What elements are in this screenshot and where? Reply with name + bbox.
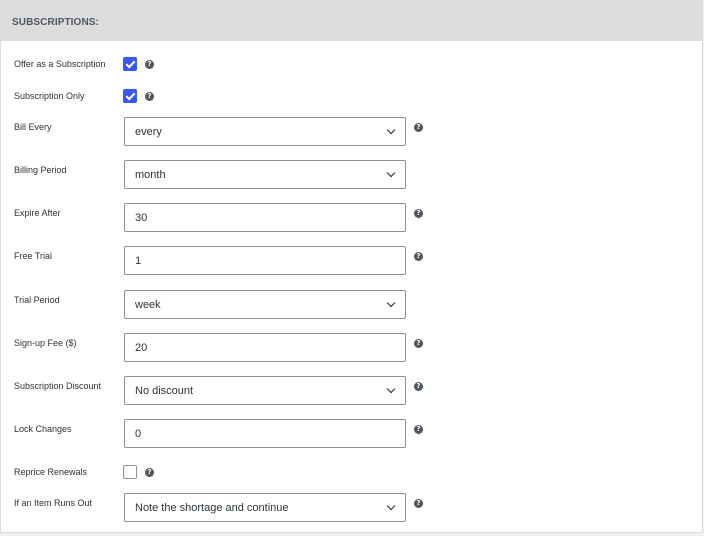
help-icon[interactable]: ? [414,425,423,434]
chevron-down-icon [386,125,396,135]
free-trial-value: 1 [135,255,142,267]
help-icon[interactable]: ? [414,382,423,391]
help-icon[interactable]: ? [414,209,423,218]
help-icon[interactable]: ? [414,339,423,348]
signup-fee-label: Sign-up Fee ($) [14,338,77,348]
subscription-only-checkbox[interactable] [123,89,137,103]
panel-header: SUBSCRIPTIONS: [1,1,702,41]
item-runs-out-select[interactable]: Note the shortage and continue [124,493,406,522]
subscription-only-label: Subscription Only [14,91,85,101]
expire-after-value: 30 [135,212,148,224]
trial-period-value: week [135,299,161,311]
chevron-down-icon [386,384,396,394]
expire-after-label: Expire After [14,208,61,218]
subscriptions-panel: SUBSCRIPTIONS: Offer as a Subscription ?… [0,0,703,533]
billing-period-select[interactable]: month [124,160,406,189]
help-icon[interactable]: ? [145,60,154,69]
billing-period-label: Billing Period [14,165,67,175]
bill-every-value: every [135,126,162,138]
expire-after-input[interactable]: 30 [124,203,406,232]
reprice-renewals-checkbox[interactable] [123,465,137,479]
free-trial-input[interactable]: 1 [124,246,406,275]
subscription-discount-label: Subscription Discount [14,381,102,391]
offer-subscription-label: Offer as a Subscription [14,59,106,69]
help-icon[interactable]: ? [414,123,423,132]
lock-changes-label: Lock Changes [14,424,72,434]
help-icon[interactable]: ? [414,499,423,508]
trial-period-label: Trial Period [14,295,60,305]
free-trial-label: Free Trial [14,251,53,261]
reprice-renewals-label: Reprice Renewals [14,467,88,477]
help-icon[interactable]: ? [145,92,154,101]
lock-changes-value: 0 [135,428,142,440]
signup-fee-value: 20 [135,342,148,354]
panel-title: SUBSCRIPTIONS: [12,17,99,28]
item-runs-out-value: Note the shortage and continue [135,502,289,514]
chevron-down-icon [386,298,396,308]
bill-every-select[interactable]: every [124,117,406,146]
lock-changes-input[interactable]: 0 [124,419,406,448]
bill-every-label: Bill Every [14,122,52,132]
chevron-down-icon [386,501,396,511]
signup-fee-input[interactable]: 20 [124,333,406,362]
help-icon[interactable]: ? [145,468,154,477]
billing-period-value: month [135,169,166,181]
trial-period-select[interactable]: week [124,290,406,319]
chevron-down-icon [386,168,396,178]
offer-subscription-checkbox[interactable] [123,57,137,71]
subscription-discount-select[interactable]: No discount [124,376,406,405]
subscription-discount-value: No discount [135,385,194,397]
help-icon[interactable]: ? [414,252,423,261]
item-runs-out-label: If an Item Runs Out [14,498,93,508]
